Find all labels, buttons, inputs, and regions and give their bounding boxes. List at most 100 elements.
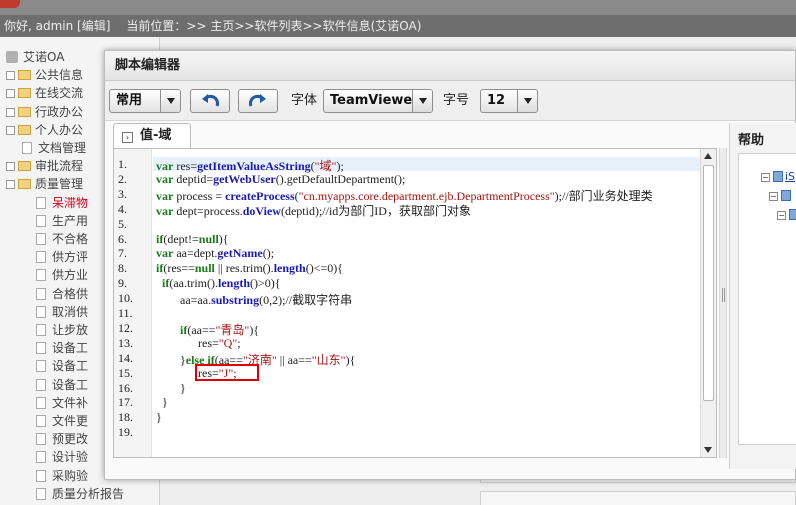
collapse-icon[interactable]: − xyxy=(769,192,778,201)
editor-tabbar: › 值-域 xyxy=(113,123,725,149)
sidebar-item[interactable]: 供方评 xyxy=(36,248,88,266)
sidebar-item[interactable]: 质量管理 xyxy=(6,175,83,193)
document-icon xyxy=(36,324,46,336)
sidebar-item-label: 个人办公 xyxy=(35,122,84,137)
sidebar-item[interactable]: 公共信息 xyxy=(6,66,83,84)
sidebar-item[interactable]: 供方业 xyxy=(36,266,88,284)
scroll-down-icon[interactable] xyxy=(704,447,712,453)
sidebar-item[interactable]: 不合格 xyxy=(36,230,88,248)
background-field xyxy=(480,491,796,505)
code-line[interactable]: if(res==null || res.trim().length()<=0){ xyxy=(156,261,343,276)
line-number: 17. xyxy=(118,395,133,410)
sidebar-item[interactable]: 取消供 xyxy=(36,303,88,321)
help-tree-item[interactable]: − xyxy=(777,208,796,222)
sidebar-item[interactable]: 文件更 xyxy=(36,412,88,430)
code-line[interactable]: aa=aa.substring(0,2);//截取字符串 xyxy=(156,291,352,308)
sidebar-item[interactable]: 行政办公 xyxy=(6,103,83,121)
code-line[interactable]: } xyxy=(156,381,186,396)
sidebar-item[interactable]: 设备工 xyxy=(36,357,88,375)
script-editor-dialog: 脚本编辑器 常用 字体 TeamViewer 字号 12 › 值-域 1. 2.… xyxy=(104,50,796,480)
code-line[interactable]: if(aa.trim().length()>0){ xyxy=(156,276,281,291)
line-number: 12. xyxy=(118,320,133,335)
code-line[interactable]: } xyxy=(156,395,168,410)
sidebar-item[interactable]: 采购验 xyxy=(36,467,88,485)
code-line[interactable]: var deptid=getWebUser().getDefaultDepart… xyxy=(156,172,405,187)
expand-icon[interactable] xyxy=(6,107,15,117)
sidebar-item[interactable]: 个人办公 xyxy=(6,121,83,139)
document-icon xyxy=(36,433,46,446)
script-icon: › xyxy=(122,132,133,143)
book-icon xyxy=(789,209,796,220)
document-icon xyxy=(36,233,46,245)
code-line[interactable]: var aa=dept.getName(); xyxy=(156,246,274,261)
sidebar-item[interactable]: 文档管理 xyxy=(22,139,86,157)
collapse-icon[interactable]: − xyxy=(761,173,770,182)
font-label: 字体 xyxy=(291,93,318,108)
scroll-up-icon[interactable] xyxy=(704,153,712,159)
sidebar-item-label: 不合格 xyxy=(52,232,89,246)
chevron-down-icon xyxy=(517,90,537,112)
code-line[interactable]: res="Q"; xyxy=(156,336,241,351)
code-line[interactable]: if(dept!=null){ xyxy=(156,232,229,247)
document-icon xyxy=(22,142,32,154)
sidebar-item[interactable]: 在线交流 xyxy=(6,84,83,102)
collapse-icon[interactable]: − xyxy=(777,211,786,220)
document-icon xyxy=(36,451,46,464)
expand-icon[interactable] xyxy=(6,89,15,99)
sidebar-item[interactable]: 设备工 xyxy=(36,339,88,357)
code-editor[interactable]: 1. 2. 3. 4. 5. 6. 7. 8. 9. 10. 11. 12. 13. 14. 15. 16. 1… xyxy=(113,148,717,458)
size-select[interactable]: 12 xyxy=(480,89,538,113)
code-line[interactable]: var dept=process.doView(deptid);//id为部门I… xyxy=(156,202,471,219)
expand-icon[interactable] xyxy=(6,162,15,172)
sidebar-item[interactable]: 审批流程 xyxy=(6,157,83,175)
sidebar-item[interactable]: 让步放 xyxy=(36,321,88,339)
sidebar-item[interactable]: 设计验 xyxy=(36,448,88,466)
sidebar-item-label: 在线交流 xyxy=(35,86,84,101)
help-title: 帮助 xyxy=(738,133,765,148)
document-icon xyxy=(36,378,46,391)
grip-icon xyxy=(722,288,725,302)
sidebar-item[interactable]: 预更改 xyxy=(36,430,88,448)
sidebar-item[interactable]: 文件补 xyxy=(36,394,88,412)
panel-splitter[interactable] xyxy=(719,148,727,458)
document-icon xyxy=(36,396,46,409)
tab-value-field[interactable]: › 值-域 xyxy=(113,123,191,149)
editor-scrollbar[interactable] xyxy=(700,149,716,457)
document-icon xyxy=(36,251,46,264)
sidebar-item[interactable]: 合格供 xyxy=(36,285,88,303)
sidebar-item[interactable]: 艾诺OA xyxy=(6,48,64,66)
sidebar-item[interactable]: 呆滞物 xyxy=(36,194,88,212)
help-tree: − iS − − xyxy=(738,153,796,445)
sidebar-item-label: 供方业 xyxy=(52,268,89,283)
folder-icon xyxy=(18,106,31,117)
document-icon xyxy=(36,214,46,227)
line-number: 3. xyxy=(118,186,127,201)
expand-icon[interactable] xyxy=(6,125,15,135)
code-line[interactable]: } xyxy=(156,410,162,425)
line-number: 2. xyxy=(118,171,127,186)
expand-icon[interactable] xyxy=(6,180,15,190)
sidebar-item[interactable]: 生产用 xyxy=(36,212,88,230)
line-number: 19. xyxy=(118,425,133,440)
document-icon xyxy=(36,487,46,500)
sidebar-item-label: 呆滞物 xyxy=(52,195,89,210)
line-number: 16. xyxy=(118,380,133,395)
line-number: 18. xyxy=(118,410,133,425)
dialog-title: 脚本编辑器 xyxy=(105,51,795,81)
size-label: 字号 xyxy=(443,93,470,108)
sidebar-item[interactable]: 设备工 xyxy=(36,376,88,394)
font-select[interactable]: TeamViewer xyxy=(323,89,433,113)
sidebar-item-label: 质量分析报告 xyxy=(52,486,125,501)
undo-button[interactable] xyxy=(190,89,230,113)
mode-select[interactable]: 常用 xyxy=(109,89,181,113)
sidebar-item-label: 质量管理 xyxy=(35,177,84,192)
help-tree-item[interactable]: − xyxy=(769,189,793,203)
scrollbar-thumb[interactable] xyxy=(703,165,714,401)
line-number-gutter: 1. 2. 3. 4. 5. 6. 7. 8. 9. 10. 11. 12. 13. 14. 15. 16. 1… xyxy=(114,149,152,457)
help-tree-item[interactable]: − iS xyxy=(761,170,795,184)
sidebar-item[interactable]: 质量分析报告 xyxy=(36,485,124,503)
redo-button[interactable] xyxy=(238,89,278,113)
expand-icon[interactable] xyxy=(6,71,15,81)
logo xyxy=(0,0,20,8)
user-info[interactable]: 你好, admin [编辑] xyxy=(4,19,110,33)
